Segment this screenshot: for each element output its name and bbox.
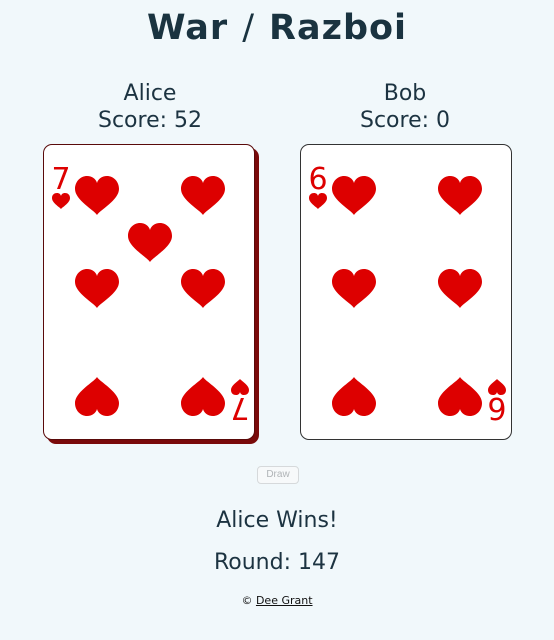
player-name: Bob [383, 81, 427, 106]
page-title: War / Razboi [0, 8, 554, 48]
corner-rank-bottom: 6 [487, 390, 506, 425]
player-score: Score: 0 [359, 108, 451, 133]
corner-rank-bottom: 7 [230, 390, 249, 425]
game-page: War / Razboi Alice Score: 52 Bob Score: 0 … [0, 0, 554, 640]
pip-heart-icon [332, 269, 376, 308]
pip-heart-icon [438, 269, 482, 308]
title-razboi: Razboi [269, 8, 408, 48]
alice-card: 7 7 [43, 144, 255, 440]
copyright-symbol: © [241, 594, 253, 607]
pip-heart-icon [75, 269, 119, 308]
player-alice-header: Alice Score: 52 [50, 80, 250, 134]
pip-heart-icon [438, 377, 482, 416]
bob-card: 6 6 [300, 144, 512, 440]
pip-heart-icon [128, 223, 172, 262]
footer: © Dee Grant [0, 594, 554, 607]
pip-heart-icon [181, 377, 225, 416]
title-separator: / [242, 8, 255, 48]
corner-rank-top: 7 [51, 162, 70, 197]
pip-heart-icon [75, 176, 119, 215]
pip-heart-icon [438, 176, 482, 215]
player-name: Alice [123, 81, 177, 106]
pip-heart-icon [181, 269, 225, 308]
title-war: War [146, 8, 229, 48]
author-link[interactable]: Dee Grant [256, 594, 313, 607]
seven-of-hearts-face: 7 7 [51, 162, 249, 425]
six-of-hearts-face: 6 6 [308, 162, 506, 425]
round-counter: Round: 147 [213, 550, 340, 575]
player-bob-header: Bob Score: 0 [305, 80, 505, 134]
pip-heart-icon [332, 176, 376, 215]
pip-heart-icon [332, 377, 376, 416]
pip-heart-icon [181, 176, 225, 215]
result-text: Alice Wins! [216, 508, 338, 533]
draw-button[interactable]: Draw [257, 466, 299, 484]
corner-rank-top: 6 [308, 162, 327, 197]
player-score: Score: 52 [97, 108, 203, 133]
pip-heart-icon [75, 377, 119, 416]
